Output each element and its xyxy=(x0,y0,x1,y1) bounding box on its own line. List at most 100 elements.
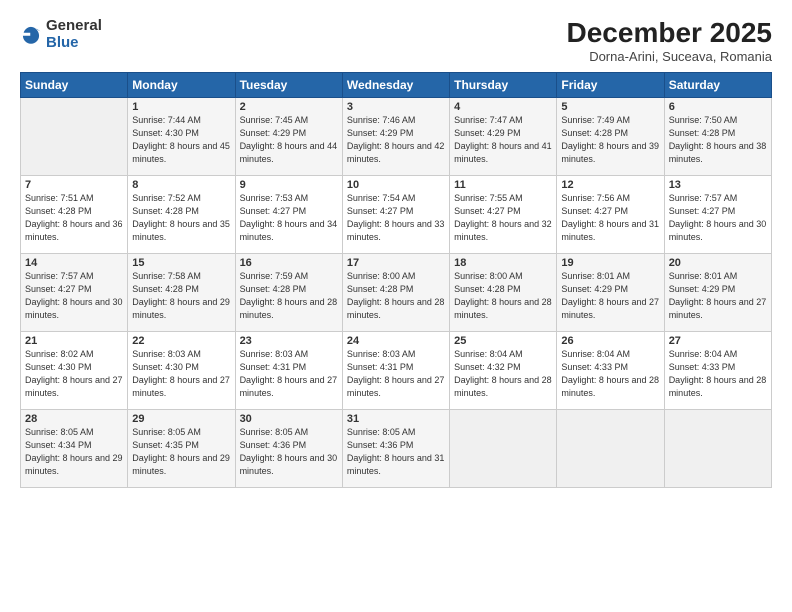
day-cell: 28Sunrise: 8:05 AMSunset: 4:34 PMDayligh… xyxy=(21,409,128,487)
day-cell: 31Sunrise: 8:05 AMSunset: 4:36 PMDayligh… xyxy=(342,409,449,487)
day-info: Sunrise: 8:01 AMSunset: 4:29 PMDaylight:… xyxy=(561,270,659,322)
day-number: 9 xyxy=(240,179,338,191)
day-number: 1 xyxy=(132,101,230,113)
day-cell: 19Sunrise: 8:01 AMSunset: 4:29 PMDayligh… xyxy=(557,253,664,331)
day-info: Sunrise: 7:45 AMSunset: 4:29 PMDaylight:… xyxy=(240,114,338,166)
logo-icon xyxy=(20,24,42,46)
day-cell xyxy=(21,97,128,175)
header: General Blue December 2025 Dorna-Arini, … xyxy=(20,18,772,64)
day-number: 8 xyxy=(132,179,230,191)
day-cell: 12Sunrise: 7:56 AMSunset: 4:27 PMDayligh… xyxy=(557,175,664,253)
location: Dorna-Arini, Suceava, Romania xyxy=(567,49,772,64)
day-number: 15 xyxy=(132,257,230,269)
day-cell xyxy=(664,409,771,487)
day-cell: 26Sunrise: 8:04 AMSunset: 4:33 PMDayligh… xyxy=(557,331,664,409)
day-info: Sunrise: 7:53 AMSunset: 4:27 PMDaylight:… xyxy=(240,192,338,244)
header-day-friday: Friday xyxy=(557,72,664,97)
day-info: Sunrise: 7:50 AMSunset: 4:28 PMDaylight:… xyxy=(669,114,767,166)
day-number: 5 xyxy=(561,101,659,113)
day-cell: 24Sunrise: 8:03 AMSunset: 4:31 PMDayligh… xyxy=(342,331,449,409)
day-cell: 3Sunrise: 7:46 AMSunset: 4:29 PMDaylight… xyxy=(342,97,449,175)
day-cell: 10Sunrise: 7:54 AMSunset: 4:27 PMDayligh… xyxy=(342,175,449,253)
day-info: Sunrise: 7:57 AMSunset: 4:27 PMDaylight:… xyxy=(25,270,123,322)
day-cell: 15Sunrise: 7:58 AMSunset: 4:28 PMDayligh… xyxy=(128,253,235,331)
week-row-5: 28Sunrise: 8:05 AMSunset: 4:34 PMDayligh… xyxy=(21,409,772,487)
week-row-2: 7Sunrise: 7:51 AMSunset: 4:28 PMDaylight… xyxy=(21,175,772,253)
page: General Blue December 2025 Dorna-Arini, … xyxy=(0,0,792,612)
day-info: Sunrise: 8:00 AMSunset: 4:28 PMDaylight:… xyxy=(454,270,552,322)
week-row-4: 21Sunrise: 8:02 AMSunset: 4:30 PMDayligh… xyxy=(21,331,772,409)
day-number: 4 xyxy=(454,101,552,113)
logo-blue: Blue xyxy=(46,35,102,52)
day-cell: 17Sunrise: 8:00 AMSunset: 4:28 PMDayligh… xyxy=(342,253,449,331)
day-cell xyxy=(450,409,557,487)
day-number: 24 xyxy=(347,335,445,347)
logo-text: General Blue xyxy=(46,18,102,51)
day-info: Sunrise: 7:44 AMSunset: 4:30 PMDaylight:… xyxy=(132,114,230,166)
day-number: 25 xyxy=(454,335,552,347)
day-number: 12 xyxy=(561,179,659,191)
day-info: Sunrise: 7:52 AMSunset: 4:28 PMDaylight:… xyxy=(132,192,230,244)
month-title: December 2025 xyxy=(567,18,772,49)
day-number: 27 xyxy=(669,335,767,347)
day-number: 10 xyxy=(347,179,445,191)
week-row-1: 1Sunrise: 7:44 AMSunset: 4:30 PMDaylight… xyxy=(21,97,772,175)
day-cell: 18Sunrise: 8:00 AMSunset: 4:28 PMDayligh… xyxy=(450,253,557,331)
day-number: 26 xyxy=(561,335,659,347)
day-info: Sunrise: 8:04 AMSunset: 4:32 PMDaylight:… xyxy=(454,348,552,400)
day-number: 6 xyxy=(669,101,767,113)
day-info: Sunrise: 7:57 AMSunset: 4:27 PMDaylight:… xyxy=(669,192,767,244)
day-info: Sunrise: 8:01 AMSunset: 4:29 PMDaylight:… xyxy=(669,270,767,322)
day-cell: 14Sunrise: 7:57 AMSunset: 4:27 PMDayligh… xyxy=(21,253,128,331)
day-number: 2 xyxy=(240,101,338,113)
title-block: December 2025 Dorna-Arini, Suceava, Roma… xyxy=(567,18,772,64)
day-cell: 27Sunrise: 8:04 AMSunset: 4:33 PMDayligh… xyxy=(664,331,771,409)
day-info: Sunrise: 8:05 AMSunset: 4:36 PMDaylight:… xyxy=(240,426,338,478)
day-cell: 20Sunrise: 8:01 AMSunset: 4:29 PMDayligh… xyxy=(664,253,771,331)
day-info: Sunrise: 8:04 AMSunset: 4:33 PMDaylight:… xyxy=(669,348,767,400)
day-number: 13 xyxy=(669,179,767,191)
header-day-wednesday: Wednesday xyxy=(342,72,449,97)
day-number: 18 xyxy=(454,257,552,269)
header-day-monday: Monday xyxy=(128,72,235,97)
day-info: Sunrise: 7:55 AMSunset: 4:27 PMDaylight:… xyxy=(454,192,552,244)
day-number: 20 xyxy=(669,257,767,269)
day-cell: 13Sunrise: 7:57 AMSunset: 4:27 PMDayligh… xyxy=(664,175,771,253)
day-info: Sunrise: 8:05 AMSunset: 4:35 PMDaylight:… xyxy=(132,426,230,478)
day-cell: 25Sunrise: 8:04 AMSunset: 4:32 PMDayligh… xyxy=(450,331,557,409)
day-cell: 1Sunrise: 7:44 AMSunset: 4:30 PMDaylight… xyxy=(128,97,235,175)
day-cell: 29Sunrise: 8:05 AMSunset: 4:35 PMDayligh… xyxy=(128,409,235,487)
day-number: 11 xyxy=(454,179,552,191)
day-info: Sunrise: 8:03 AMSunset: 4:31 PMDaylight:… xyxy=(240,348,338,400)
day-number: 17 xyxy=(347,257,445,269)
day-number: 30 xyxy=(240,413,338,425)
day-info: Sunrise: 8:03 AMSunset: 4:31 PMDaylight:… xyxy=(347,348,445,400)
day-cell: 21Sunrise: 8:02 AMSunset: 4:30 PMDayligh… xyxy=(21,331,128,409)
day-number: 22 xyxy=(132,335,230,347)
day-number: 19 xyxy=(561,257,659,269)
day-info: Sunrise: 7:47 AMSunset: 4:29 PMDaylight:… xyxy=(454,114,552,166)
day-cell: 30Sunrise: 8:05 AMSunset: 4:36 PMDayligh… xyxy=(235,409,342,487)
day-cell: 16Sunrise: 7:59 AMSunset: 4:28 PMDayligh… xyxy=(235,253,342,331)
day-info: Sunrise: 7:49 AMSunset: 4:28 PMDaylight:… xyxy=(561,114,659,166)
day-info: Sunrise: 7:54 AMSunset: 4:27 PMDaylight:… xyxy=(347,192,445,244)
day-cell: 23Sunrise: 8:03 AMSunset: 4:31 PMDayligh… xyxy=(235,331,342,409)
day-cell: 9Sunrise: 7:53 AMSunset: 4:27 PMDaylight… xyxy=(235,175,342,253)
day-cell: 5Sunrise: 7:49 AMSunset: 4:28 PMDaylight… xyxy=(557,97,664,175)
day-number: 21 xyxy=(25,335,123,347)
day-number: 23 xyxy=(240,335,338,347)
day-cell: 11Sunrise: 7:55 AMSunset: 4:27 PMDayligh… xyxy=(450,175,557,253)
day-info: Sunrise: 8:02 AMSunset: 4:30 PMDaylight:… xyxy=(25,348,123,400)
logo: General Blue xyxy=(20,18,102,51)
header-day-sunday: Sunday xyxy=(21,72,128,97)
calendar-header-row: SundayMondayTuesdayWednesdayThursdayFrid… xyxy=(21,72,772,97)
day-number: 14 xyxy=(25,257,123,269)
day-info: Sunrise: 7:59 AMSunset: 4:28 PMDaylight:… xyxy=(240,270,338,322)
day-cell: 2Sunrise: 7:45 AMSunset: 4:29 PMDaylight… xyxy=(235,97,342,175)
day-info: Sunrise: 8:03 AMSunset: 4:30 PMDaylight:… xyxy=(132,348,230,400)
day-number: 7 xyxy=(25,179,123,191)
day-info: Sunrise: 8:05 AMSunset: 4:36 PMDaylight:… xyxy=(347,426,445,478)
day-cell xyxy=(557,409,664,487)
header-day-saturday: Saturday xyxy=(664,72,771,97)
day-info: Sunrise: 7:51 AMSunset: 4:28 PMDaylight:… xyxy=(25,192,123,244)
